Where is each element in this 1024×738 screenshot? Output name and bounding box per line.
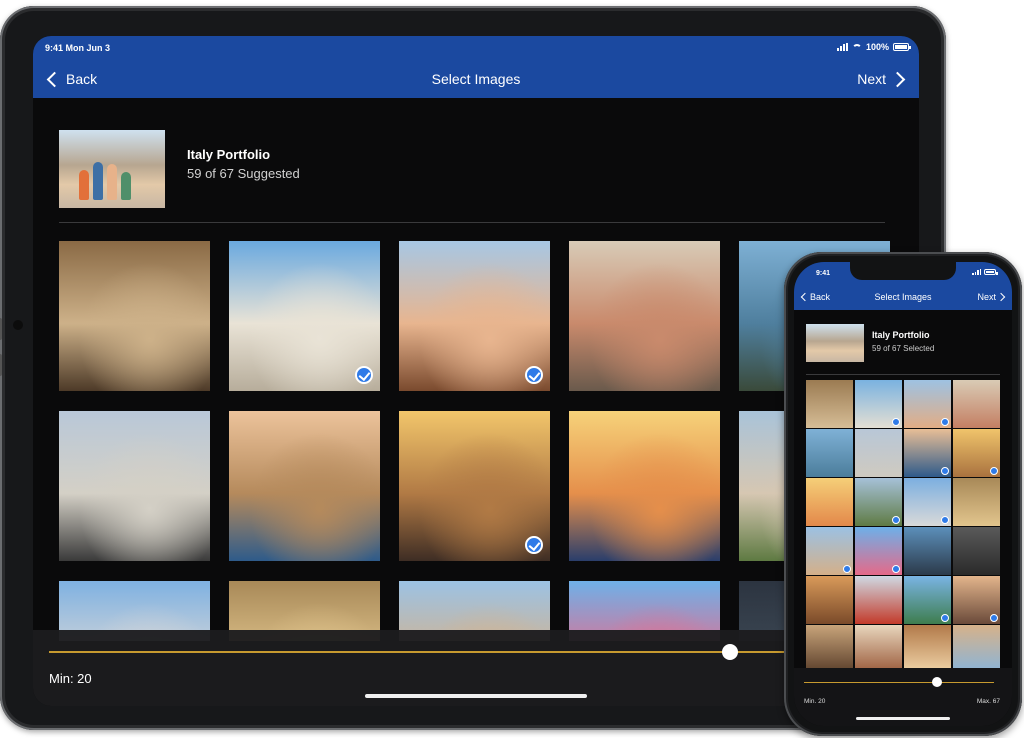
phone-photo-tile[interactable] [953,429,1000,477]
iphone-screen: 9:41 Back Select Images Next Italy Portf… [794,262,1012,726]
phone-navigation-bar: Back Select Images Next [794,284,1012,310]
battery-icon [984,269,998,275]
status-indicators: 100% [836,42,911,52]
ipad-side-button [0,318,2,340]
album-name: Italy Portfolio [187,147,271,162]
checkmark-icon [892,516,900,524]
phone-photo-tile[interactable] [904,527,951,575]
checkmark-icon [941,614,949,622]
photo-tile[interactable] [399,411,550,561]
checkmark-icon [941,516,949,524]
checkmark-icon [892,565,900,573]
battery-percent: 100% [865,42,889,52]
phone-photo-tile[interactable] [806,380,853,428]
phone-photo-grid [806,380,1000,676]
phone-min-label: Min. 20 [804,698,826,705]
photo-tile[interactable] [569,411,720,561]
phone-photo-tile[interactable] [806,625,853,673]
photo-tile[interactable] [229,241,380,391]
phone-album-subtitle: 59 of 67 Selected [872,344,935,353]
chevron-right-icon [889,71,906,87]
phone-photo-tile[interactable] [953,380,1000,428]
checkmark-icon [355,366,373,384]
phone-photo-tile[interactable] [806,527,853,575]
slider-track[interactable] [49,651,789,653]
chevron-right-icon [996,292,1006,302]
phone-status-indicators [972,269,998,275]
next-button[interactable]: Next [857,71,906,87]
photo-tile[interactable] [59,241,210,391]
phone-max-label: Max. 67 [976,698,1000,705]
photo-tile[interactable] [59,411,210,561]
phone-slider-thumb[interactable] [932,677,942,687]
signal-icon [972,269,981,275]
phone-status-time: 9:41 [816,270,831,277]
checkmark-icon [941,467,949,475]
battery-icon [893,43,911,51]
phone-photo-tile[interactable] [806,429,853,477]
phone-photo-tile[interactable] [904,625,951,673]
phone-photo-tile[interactable] [855,478,902,526]
phone-next-label: Next [977,292,996,302]
phone-photo-tile[interactable] [904,380,951,428]
album-thumbnail [59,130,165,208]
ipad-camera [13,320,23,330]
phone-slider-panel: Min. 20 Max. 67 [794,668,1012,726]
signal-icon [836,43,848,51]
phone-home-indicator[interactable] [856,717,950,720]
phone-slider-track[interactable] [804,682,994,683]
checkmark-icon [892,418,900,426]
phone-photo-tile[interactable] [855,576,902,624]
iphone-device: 9:41 Back Select Images Next Italy Portf… [784,252,1022,736]
notch [850,262,956,280]
phone-photo-tile[interactable] [904,478,951,526]
checkmark-icon [843,565,851,573]
phone-photo-tile[interactable] [953,576,1000,624]
min-label: Min: 20 [49,671,92,686]
checkmark-icon [941,418,949,426]
phone-photo-tile[interactable] [806,576,853,624]
photo-tile[interactable] [569,241,720,391]
phone-next-button[interactable]: Next [977,292,1006,302]
checkmark-icon [990,467,998,475]
phone-photo-tile[interactable] [904,429,951,477]
phone-photo-tile[interactable] [953,527,1000,575]
phone-photo-tile[interactable] [953,625,1000,673]
divider [806,374,1000,375]
home-indicator[interactable] [365,694,587,698]
status-time: 9:41 Mon Jun 3 [45,43,111,53]
slider-thumb[interactable] [721,644,738,660]
photo-tile[interactable] [399,241,550,391]
page-title: Select Images [431,71,521,87]
checkmark-icon [525,536,543,554]
photo-tile[interactable] [229,411,380,561]
ipad-side-button [0,354,2,376]
phone-photo-tile[interactable] [806,478,853,526]
album-header: Italy Portfolio 59 of 67 Suggested [59,130,859,210]
phone-photo-tile[interactable] [855,380,902,428]
navigation-bar: Back Select Images Next [33,60,919,98]
divider [59,222,885,223]
checkmark-icon [525,366,543,384]
status-bar: 9:41 Mon Jun 3 100% [33,36,919,60]
checkmark-icon [990,614,998,622]
phone-photo-tile[interactable] [855,527,902,575]
album-subtitle: 59 of 67 Suggested [187,166,300,181]
phone-album-thumbnail [806,324,864,362]
phone-photo-tile[interactable] [855,429,902,477]
phone-photo-tile[interactable] [904,576,951,624]
phone-album-name: Italy Portfolio [872,330,930,340]
phone-photo-tile[interactable] [855,625,902,673]
phone-photo-tile[interactable] [953,478,1000,526]
wifi-icon [851,43,862,51]
next-label: Next [857,71,886,87]
